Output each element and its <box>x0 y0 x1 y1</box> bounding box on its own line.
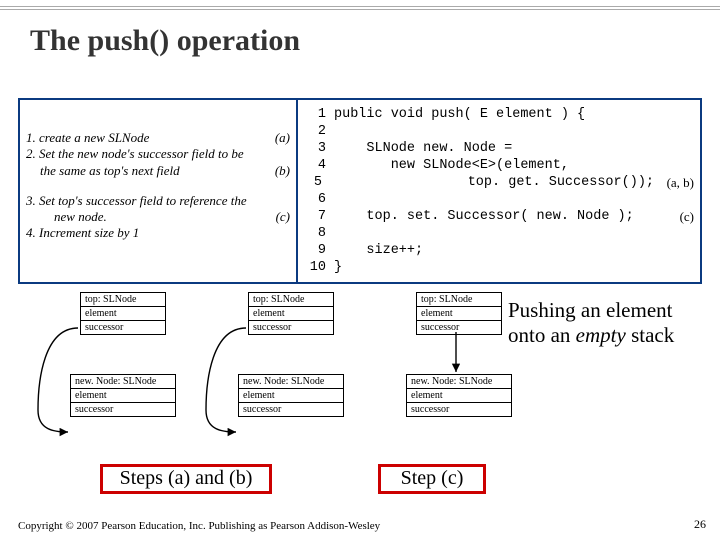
code-line-9: size++; <box>326 242 646 259</box>
node-new-a: new. Node: SLNode element successor <box>70 374 176 417</box>
footer-copyright: Copyright © 2007 Pearson Education, Inc.… <box>18 520 380 532</box>
code-line-4: new SLNode<E>(element, <box>326 157 646 174</box>
step-3-line1: 3. Set top's successor field to referenc… <box>26 193 290 209</box>
step-4: 4. Increment size by 1 <box>26 225 290 241</box>
arrow-c <box>448 332 478 382</box>
code-line-10: } <box>326 259 646 276</box>
side-caption: Pushing an element onto an empty stack <box>508 298 706 348</box>
step-2-tag: (b) <box>269 163 290 179</box>
steps-block: 1. create a new SLNode (a) 2. Set the ne… <box>26 130 290 242</box>
code-line-5: top. get. Successor()); <box>322 174 654 191</box>
code-line-1: public void push( E element ) { <box>326 106 646 123</box>
diagram-col-c: top: SLNode element successor new. Node:… <box>370 292 530 460</box>
code-line-7: top. set. Successor( new. Node ); <box>326 208 646 225</box>
top-rule-1 <box>0 6 720 7</box>
arrow-b <box>202 320 248 440</box>
code-ann-5: (a, b) <box>654 174 694 191</box>
code-line-3: SLNode new. Node = <box>326 140 646 157</box>
code-line-6 <box>326 191 646 208</box>
code-line-8 <box>326 225 646 242</box>
step-3-line2: new node. <box>26 209 270 225</box>
caption-c: Step (c) <box>378 467 486 490</box>
arrow-a <box>34 320 80 440</box>
page-number: 26 <box>694 517 706 532</box>
caption-ab: Steps (a) and (b) <box>100 467 272 490</box>
code-ann-7: (c) <box>646 208 694 225</box>
node-new-b: new. Node: SLNode element successor <box>238 374 344 417</box>
step-1-tag: (a) <box>269 130 290 146</box>
top-rule-2 <box>0 9 720 10</box>
node-top-b: top: SLNode element successor <box>248 292 334 335</box>
step-2-line2: the same as top's next field <box>26 163 269 179</box>
node-top-c: top: SLNode element successor <box>416 292 502 335</box>
code-block: 1public void push( E element ) { 2 3 SLN… <box>302 106 694 276</box>
step-1: 1. create a new SLNode <box>26 130 269 146</box>
code-line-2 <box>326 123 646 140</box>
step-3-tag: (c) <box>270 209 290 225</box>
diagram-col-a: top: SLNode element successor new. Node:… <box>34 292 194 460</box>
step-2-line1: 2. Set the new node's successor field to… <box>26 146 290 162</box>
panel-divider <box>296 100 298 282</box>
algorithm-panel: 1. create a new SLNode (a) 2. Set the ne… <box>18 98 702 284</box>
page-title: The push() operation <box>30 24 300 58</box>
diagram-col-b: top: SLNode element successor new. Node:… <box>202 292 362 460</box>
node-top-a: top: SLNode element successor <box>80 292 166 335</box>
